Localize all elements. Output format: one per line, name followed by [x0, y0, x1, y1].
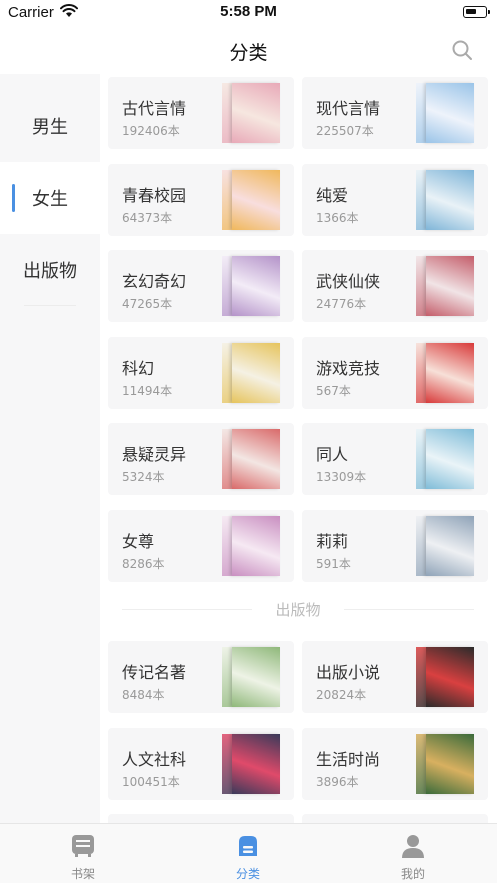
category-card[interactable]: 传记名著 8484本: [108, 641, 294, 713]
book-cover-image: [416, 256, 474, 316]
book-cover-image: [222, 169, 280, 230]
category-card[interactable]: 古代言情 192406本: [108, 77, 294, 149]
category-count: 20824本: [316, 688, 367, 702]
profile-icon: [402, 835, 424, 858]
tab-bar: 书架 分类 我的: [0, 823, 497, 883]
book-cover-image: [416, 169, 474, 230]
category-sidebar: 男生 女生 出版物: [0, 74, 100, 824]
book-cover-image: [222, 515, 280, 576]
category-name: 科幻: [122, 358, 155, 378]
tab-label: 我的: [400, 867, 425, 881]
screen: Carrier 5:58 PM 分类 男生 女生 出版物 出版物 古代言情 19…: [0, 0, 497, 883]
tab-label: 分类: [235, 867, 260, 881]
category-count: 192406本: [122, 124, 180, 138]
tab-bookshelf[interactable]: 书架: [33, 824, 133, 883]
book-cover-image: [416, 429, 474, 489]
category-name: 游戏竞技: [316, 358, 381, 378]
category-card[interactable]: 出版小说 20824本: [302, 641, 488, 713]
category-card[interactable]: 女尊 8286本: [108, 509, 294, 582]
category-count: 8484本: [122, 688, 165, 702]
search-icon[interactable]: [451, 39, 473, 61]
book-cover-image: [222, 342, 280, 403]
category-card[interactable]: 同人 13309本: [302, 423, 488, 495]
category-card[interactable]: 科幻 11494本: [108, 336, 294, 409]
category-card[interactable]: 现代言情 225507本: [302, 77, 488, 149]
category-card[interactable]: 人文社科 100451本: [108, 727, 294, 800]
book-cover-image: [416, 342, 474, 403]
category-name: 女尊: [122, 531, 155, 551]
sidebar-item-label: 男生: [32, 117, 68, 138]
sidebar-item-female[interactable]: 女生: [0, 162, 100, 234]
category-name: 传记名著: [122, 663, 187, 682]
status-bar: Carrier 5:58 PM: [0, 0, 497, 26]
category-name: 现代言情: [316, 99, 381, 118]
category-count: 24776本: [316, 297, 367, 311]
book-cover-image: [222, 256, 280, 316]
category-name: 武侠仙侠: [316, 272, 381, 291]
divider: [24, 305, 76, 306]
book-cover-image: [416, 83, 474, 143]
category-count: 567本: [316, 383, 351, 398]
sidebar-item-label: 出版物: [23, 261, 77, 282]
tab-label: 书架: [70, 867, 95, 881]
category-card[interactable]: 青春校园 64373本: [108, 163, 294, 236]
category-name: 同人: [316, 445, 349, 464]
category-count: 225507本: [316, 124, 374, 138]
category-count: 100451本: [122, 774, 180, 789]
category-count: 64373本: [122, 210, 173, 225]
category-name: 青春校园: [122, 185, 187, 205]
tab-profile[interactable]: 我的: [363, 824, 463, 883]
category-count: 5324本: [122, 470, 165, 484]
category-card[interactable]: 纯爱 1366本: [302, 163, 488, 236]
category-name: 莉莉: [316, 531, 349, 551]
category-card[interactable]: 游戏竞技 567本: [302, 336, 488, 409]
category-card[interactable]: 生活时尚 3896本: [302, 727, 488, 800]
book-cover-image: [222, 733, 280, 794]
category-card[interactable]: 悬疑灵异 5324本: [108, 423, 294, 495]
nav-bar: 分类: [0, 26, 497, 74]
category-name: 纯爱: [316, 185, 349, 205]
category-name: 生活时尚: [316, 749, 381, 769]
battery-icon: [463, 6, 490, 18]
book-cover-image: [222, 429, 280, 489]
book-cover-image: [416, 733, 474, 794]
category-count: 13309本: [316, 470, 367, 484]
book-cover-image: [222, 647, 280, 707]
category-grid: 出版物 古代言情 192406本 现代言情 225507本青春校园 64373本 纯爱 13…: [100, 74, 497, 824]
sidebar-item-label: 女生: [32, 189, 68, 210]
category-count: 8286本: [122, 556, 165, 571]
category-count: 11494本: [122, 383, 173, 398]
book-cover-image: [416, 647, 474, 707]
clock: 5:58 PM: [220, 3, 277, 20]
category-count: 591本: [316, 556, 351, 571]
category-count: 1366本: [316, 210, 359, 225]
section-divider-publication: 出版物: [122, 597, 474, 621]
category-card[interactable]: 玄幻奇幻 47265本: [108, 250, 294, 322]
category-count: 3896本: [316, 774, 359, 789]
sidebar-item-publication[interactable]: 出版物: [0, 234, 100, 306]
category-card[interactable]: 莉莉 591本: [302, 509, 488, 582]
book-cover-image: [416, 515, 474, 576]
tab-category[interactable]: 分类: [198, 824, 298, 883]
category-icon: [239, 836, 257, 856]
book-cover-image: [222, 83, 280, 143]
sidebar-item-male[interactable]: 男生: [0, 90, 100, 162]
category-name: 玄幻奇幻: [122, 272, 187, 291]
bookshelf-icon: [72, 835, 94, 857]
category-card[interactable]: 武侠仙侠 24776本: [302, 250, 488, 322]
page-title: 分类: [229, 42, 268, 64]
divider: [344, 609, 474, 610]
category-name: 古代言情: [122, 99, 187, 118]
category-name: 悬疑灵异: [122, 445, 187, 464]
category-count: 47265本: [122, 297, 173, 311]
category-name: 出版小说: [316, 663, 381, 682]
category-name: 人文社科: [122, 749, 187, 769]
